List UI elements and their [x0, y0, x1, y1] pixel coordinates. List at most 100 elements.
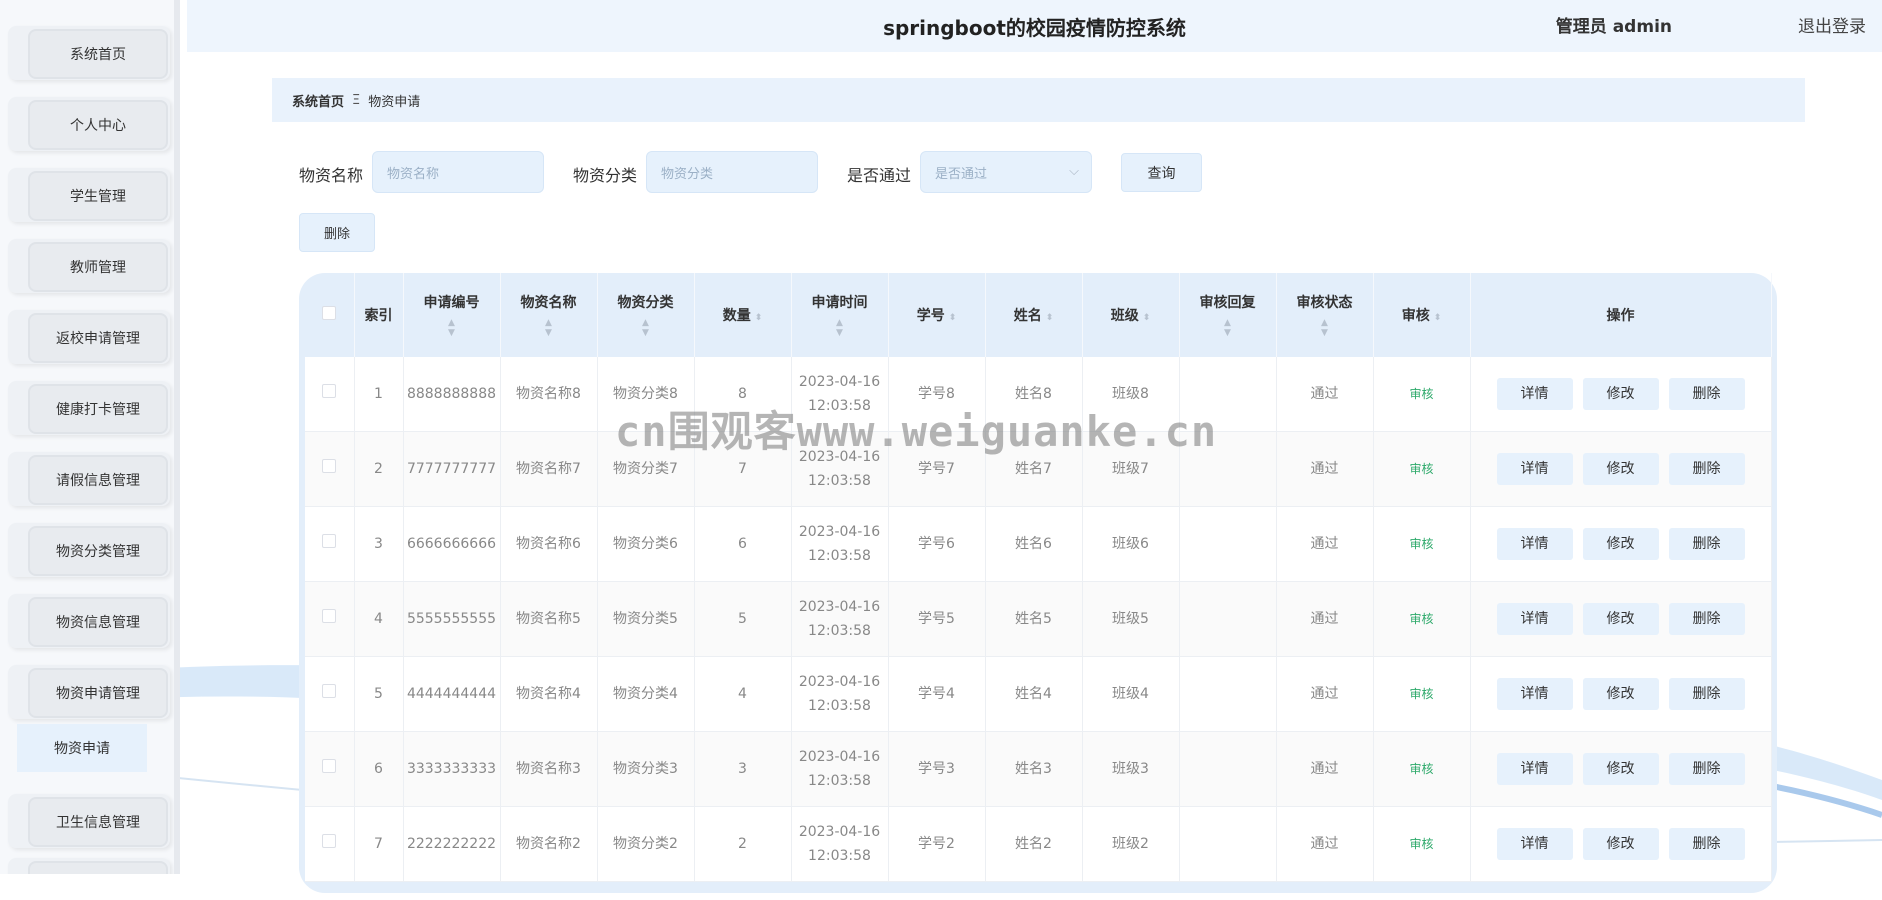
- cell-name: 物资名称7: [500, 431, 598, 507]
- col-status[interactable]: 审核状态 ▲ ▼: [1276, 273, 1374, 357]
- sort-icon[interactable]: ▲ ▼: [405, 318, 499, 338]
- table-row: 7 2222222222 物资名称2 物资分类2 2 2023-04-16 12:03:5…: [305, 806, 1772, 882]
- sidebar-item-label: 系统首页: [28, 29, 168, 79]
- batch-delete-button[interactable]: 删除: [299, 213, 375, 252]
- sort-icon[interactable]: ⬍: [949, 313, 957, 323]
- col-name[interactable]: 物资名称 ▲ ▼: [500, 273, 598, 357]
- sidebar-item-health-checkin[interactable]: 健康打卡管理: [8, 381, 170, 435]
- cell-name: 物资名称8: [500, 357, 598, 432]
- cell-index: 5: [354, 656, 404, 732]
- delete-button[interactable]: 删除: [1668, 528, 1745, 560]
- delete-button[interactable]: 删除: [1668, 753, 1745, 785]
- delete-button[interactable]: 删除: [1668, 378, 1745, 410]
- col-category[interactable]: 物资分类 ▲ ▼: [597, 273, 695, 357]
- supply-apply-table: 索引 申请编号 ▲ ▼ 物资名称 ▲ ▼ 物资分类 ▲ ▼ 数量 ⬍ 申请时间 ▲ ▼ 学号 ⬍ 姓…: [305, 273, 1772, 882]
- sidebar-item-leave[interactable]: 请假信息管理: [8, 452, 170, 506]
- delete-button[interactable]: 删除: [1668, 678, 1745, 710]
- sidebar-item-students[interactable]: 学生管理: [8, 168, 170, 222]
- cell-ops: 详情 修改 删除: [1470, 506, 1772, 582]
- select-all-checkbox[interactable]: [322, 306, 337, 320]
- sort-icon[interactable]: ⬍: [1143, 313, 1151, 323]
- sort-icon[interactable]: ▲ ▼: [1278, 318, 1372, 338]
- delete-button[interactable]: 删除: [1668, 828, 1745, 860]
- detail-button[interactable]: 详情: [1496, 378, 1573, 410]
- sidebar-item-hygiene[interactable]: 卫生信息管理: [8, 794, 170, 848]
- table-row: 6 3333333333 物资名称3 物资分类3 3 2023-04-16 12:03:5…: [305, 731, 1772, 807]
- col-audit-label: 审核: [1401, 308, 1430, 324]
- edit-button[interactable]: 修改: [1582, 603, 1659, 635]
- supply-category-input[interactable]: 物资分类: [646, 151, 818, 193]
- col-apply-time[interactable]: 申请时间 ▲ ▼: [791, 273, 889, 357]
- pass-status-select[interactable]: 是否通过 ⌵: [920, 151, 1092, 193]
- row-checkbox[interactable]: [322, 459, 337, 473]
- supply-name-placeholder: 物资名称: [387, 166, 440, 182]
- cell-name: 物资名称3: [500, 731, 598, 807]
- sidebar-item-supply-category[interactable]: 物资分类管理: [8, 523, 170, 577]
- col-audit[interactable]: 审核 ⬍: [1373, 273, 1471, 357]
- sidebar-item-return-apply[interactable]: 返校申请管理: [8, 310, 170, 364]
- audit-link[interactable]: 审核: [1409, 462, 1433, 476]
- detail-button[interactable]: 详情: [1496, 453, 1573, 485]
- sidebar-item-supply-info[interactable]: 物资信息管理: [8, 594, 170, 648]
- detail-button[interactable]: 详情: [1496, 603, 1573, 635]
- audit-link[interactable]: 审核: [1409, 537, 1433, 551]
- sort-icon[interactable]: ⬍: [1046, 313, 1054, 323]
- delete-button[interactable]: 删除: [1668, 603, 1745, 635]
- edit-button[interactable]: 修改: [1582, 378, 1659, 410]
- sidebar-item-label: 请假信息管理: [28, 455, 168, 505]
- sort-icon[interactable]: ⬍: [1434, 313, 1442, 323]
- row-checkbox[interactable]: [322, 759, 337, 773]
- cell-reply: [1179, 581, 1277, 657]
- edit-button[interactable]: 修改: [1582, 753, 1659, 785]
- sidebar-item-home[interactable]: 系统首页: [8, 26, 170, 80]
- row-checkbox[interactable]: [322, 684, 337, 698]
- col-reply[interactable]: 审核回复 ▲ ▼: [1179, 273, 1277, 357]
- sidebar-item-personal[interactable]: 个人中心: [8, 97, 170, 151]
- col-apply-no[interactable]: 申请编号 ▲ ▼: [403, 273, 501, 357]
- breadcrumb-home[interactable]: 系统首页: [292, 91, 344, 110]
- detail-button[interactable]: 详情: [1496, 528, 1573, 560]
- detail-button[interactable]: 详情: [1496, 753, 1573, 785]
- audit-link[interactable]: 审核: [1409, 612, 1433, 626]
- row-select-cell: [305, 357, 355, 432]
- sidebar-item-more[interactable]: [8, 858, 170, 874]
- delete-button[interactable]: 删除: [1668, 453, 1745, 485]
- audit-link[interactable]: 审核: [1409, 687, 1433, 701]
- detail-button[interactable]: 详情: [1496, 678, 1573, 710]
- cell-index: 7: [354, 806, 404, 882]
- col-quantity[interactable]: 数量 ⬍: [694, 273, 792, 357]
- sidebar-item-teachers[interactable]: 教师管理: [8, 239, 170, 293]
- row-checkbox[interactable]: [322, 609, 337, 623]
- audit-link[interactable]: 审核: [1409, 837, 1433, 851]
- col-class[interactable]: 班级 ⬍: [1082, 273, 1180, 357]
- sidebar-item-supply-apply[interactable]: 物资申请管理: [8, 665, 170, 719]
- sort-icon[interactable]: ▲ ▼: [599, 318, 693, 338]
- col-status-label: 审核状态: [1296, 295, 1353, 311]
- sort-icon[interactable]: ▲ ▼: [1181, 318, 1275, 338]
- sort-icon[interactable]: ⬍: [755, 313, 763, 323]
- col-student-no[interactable]: 学号 ⬍: [888, 273, 986, 357]
- logout-link[interactable]: 退出登录: [1798, 12, 1866, 37]
- sort-icon[interactable]: ▲ ▼: [793, 318, 887, 338]
- edit-button[interactable]: 修改: [1582, 828, 1659, 860]
- col-student-name-label: 姓名: [1013, 308, 1042, 324]
- sidebar-scrollbar[interactable]: [174, 0, 180, 820]
- supply-name-input[interactable]: 物资名称: [372, 151, 544, 193]
- current-user: 管理员 admin: [1555, 17, 1672, 37]
- detail-button[interactable]: 详情: [1496, 828, 1573, 860]
- row-checkbox[interactable]: [322, 834, 337, 848]
- cell-audit: 审核: [1373, 656, 1471, 732]
- cell-class: 班级4: [1082, 656, 1180, 732]
- sidebar-item-label: 物资信息管理: [28, 597, 168, 647]
- row-checkbox[interactable]: [322, 534, 337, 548]
- sort-icon[interactable]: ▲ ▼: [502, 318, 596, 338]
- sidebar-subitem-supply-apply[interactable]: 物资申请: [17, 724, 147, 772]
- col-student-name[interactable]: 姓名 ⬍: [985, 273, 1083, 357]
- edit-button[interactable]: 修改: [1582, 528, 1659, 560]
- edit-button[interactable]: 修改: [1582, 678, 1659, 710]
- edit-button[interactable]: 修改: [1582, 453, 1659, 485]
- row-checkbox[interactable]: [322, 384, 337, 398]
- audit-link[interactable]: 审核: [1409, 387, 1433, 401]
- audit-link[interactable]: 审核: [1409, 762, 1433, 776]
- query-button[interactable]: 查询: [1121, 153, 1202, 192]
